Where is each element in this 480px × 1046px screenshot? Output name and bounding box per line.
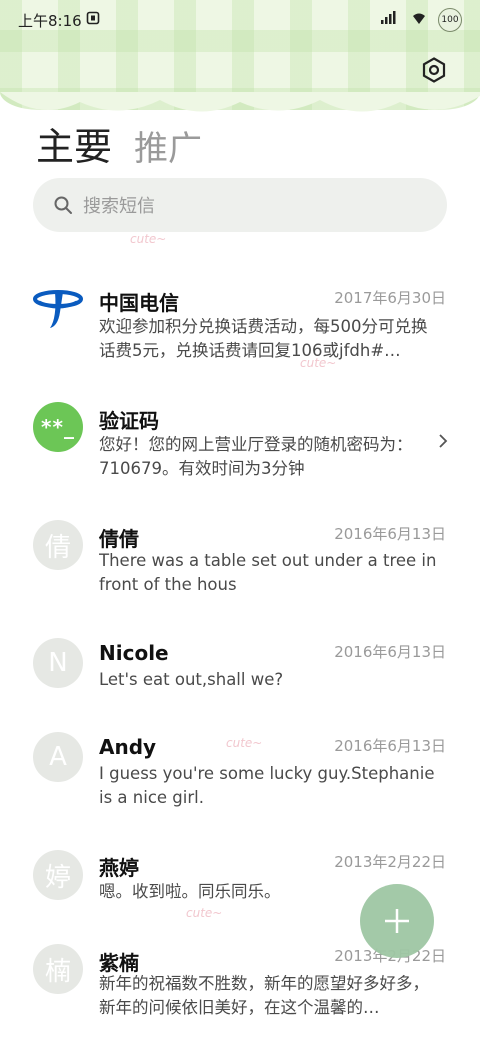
contact-avatar: N [33, 638, 83, 688]
conversation-item[interactable]: N Nicole 2016年6月13日 Let's eat out,shall … [0, 628, 480, 738]
conversation-snippet: Let's eat out,shall we? [99, 670, 284, 689]
conversation-snippet: 您好！您的网上营业厅登录的随机密码为：710679。有效时间为3分钟 [99, 435, 413, 478]
status-time: 上午8:16 [18, 11, 82, 30]
conversation-name: Andy [99, 735, 157, 759]
conversation-date: 2016年6月13日 [334, 525, 446, 543]
tab-promotions[interactable]: 推广 [134, 121, 202, 170]
contact-avatar: A [33, 732, 83, 782]
conversation-name: Nicole [99, 641, 169, 665]
tab-primary[interactable]: 主要 [36, 116, 112, 171]
conversation-date: 2016年6月13日 [334, 737, 446, 755]
status-bar: 上午8:16 100 [0, 0, 480, 40]
chevron-right-icon [438, 430, 448, 454]
conversation-name: 验证码 [99, 409, 159, 433]
conversation-item[interactable]: 中国电信 2017年6月30日 欢迎参加积分兑换话费活动，每500分可兑换话费5… [0, 268, 480, 378]
conversation-item[interactable]: **_ 验证码 您好！您的网上营业厅登录的随机密码为：710679。有效时间为3… [0, 386, 480, 496]
conversation-item[interactable]: A Andy 2016年6月13日 I guess you're some lu… [0, 724, 480, 834]
search-placeholder: 搜索短信 [83, 196, 155, 217]
contact-avatar: 倩 [33, 520, 83, 570]
conversation-date: 2013年2月22日 [334, 853, 446, 871]
conversation-snippet: 新年的祝福数不胜数，新年的愿望好多好多，新年的问候依旧美好，在这个温馨的… [99, 974, 429, 1017]
battery-indicator: 100 [438, 8, 462, 32]
telecom-logo-avatar [33, 282, 83, 332]
conversation-date: 2017年6月30日 [334, 289, 446, 307]
conversation-name: 倩倩 [99, 527, 139, 551]
signal-icon [380, 11, 400, 29]
settings-hexagon-icon [422, 57, 446, 83]
conversation-snippet: I guess you're some lucky guy.Stephanie … [99, 764, 435, 807]
wifi-icon [410, 11, 428, 29]
conversation-item[interactable]: 倩 倩倩 2016年6月13日 There was a table set ou… [0, 504, 480, 614]
conversation-snippet: There was a table set out under a tree i… [99, 551, 437, 594]
conversation-date: 2016年6月13日 [334, 643, 446, 661]
settings-button[interactable] [420, 56, 448, 84]
notification-icon [86, 11, 100, 29]
plus-icon [385, 909, 409, 933]
conversation-snippet: 欢迎参加积分兑换话费活动，每500分可兑换话费5元，兑换话费请回复106或jfd… [99, 317, 428, 360]
search-icon [54, 196, 72, 214]
search-input[interactable]: 搜索短信 [33, 178, 447, 232]
cute-decoration: cute~ [130, 232, 167, 246]
contact-avatar: 婷 [33, 850, 83, 900]
contact-avatar: 楠 [33, 944, 83, 994]
new-message-button[interactable] [360, 884, 434, 958]
tab-bar: 主要 推广 [36, 116, 202, 171]
conversation-name: 燕婷 [99, 856, 139, 880]
contact-avatar: **_ [33, 402, 83, 452]
conversation-name: 中国电信 [99, 291, 179, 315]
